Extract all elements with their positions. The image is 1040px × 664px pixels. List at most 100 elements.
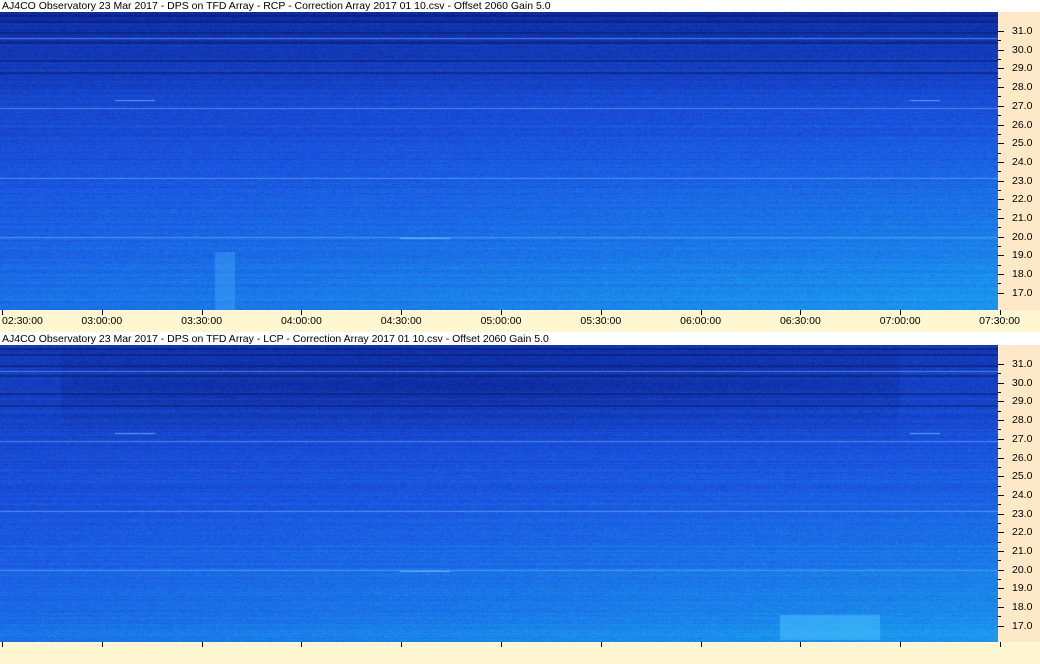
time-axis: 02:30:00 03:00:00 03:30:00 04:00:00 04:30:00… — [0, 310, 1040, 332]
spectrogram-rcp[interactable] — [0, 12, 998, 310]
freq-minor-tick — [998, 152, 1001, 154]
freq-tick — [998, 494, 1004, 496]
freq-tick — [998, 236, 1004, 238]
freq-label: 18.0 — [1012, 601, 1033, 614]
freq-minor-tick — [998, 597, 1001, 599]
freq-label: 20.0 — [1012, 230, 1033, 243]
time-label: 07:00:00 — [879, 315, 921, 327]
freq-tick — [998, 607, 1004, 609]
freq-label: 21.0 — [1012, 545, 1033, 557]
freq-tick — [998, 438, 1004, 440]
freq-label: 27.0 — [1012, 99, 1033, 112]
freq-minor-tick — [998, 448, 1001, 450]
freq-tick — [998, 31, 1004, 32]
freq-tick — [998, 49, 1004, 51]
freq-minor-tick — [998, 504, 1001, 506]
freq-label: 22.0 — [1012, 193, 1033, 206]
freq-label: 19.0 — [1012, 249, 1033, 262]
freq-minor-tick — [998, 227, 1001, 229]
freq-minor-tick — [998, 392, 1001, 394]
time-label: 05:00:00 — [480, 315, 522, 327]
freq-label: 21.0 — [1012, 212, 1033, 224]
freq-label: 28.0 — [1012, 414, 1033, 427]
freq-label: 28.0 — [1012, 81, 1033, 94]
freq-tick — [998, 569, 1004, 571]
freq-label: 30.0 — [1012, 376, 1033, 389]
freq-label: 23.0 — [1012, 507, 1033, 520]
freq-tick — [998, 625, 1004, 627]
time-tick — [101, 642, 103, 647]
freq-label: 26.0 — [1012, 451, 1033, 464]
spectrogram-canvas-rcp[interactable] — [0, 12, 998, 310]
time-tick — [700, 642, 702, 647]
time-tick — [301, 642, 303, 647]
freq-tick — [998, 199, 1004, 201]
freq-minor-tick — [998, 579, 1001, 581]
freq-tick — [998, 420, 1004, 422]
freq-label: 22.0 — [1012, 526, 1033, 539]
freq-label: 24.0 — [1012, 155, 1033, 168]
freq-minor-tick — [998, 96, 1001, 98]
time-label: 03:30:00 — [181, 315, 223, 327]
freq-minor-tick — [998, 466, 1001, 468]
freq-minor-tick — [998, 246, 1001, 248]
time-tick — [800, 642, 802, 647]
freq-minor-tick — [998, 522, 1001, 524]
freq-minor-tick — [998, 189, 1001, 191]
time-label: 06:00:00 — [680, 315, 722, 327]
freq-label: 31.0 — [1012, 358, 1033, 370]
time-tick — [201, 642, 203, 647]
freq-tick — [998, 551, 1004, 552]
freq-label: 25.0 — [1012, 470, 1033, 483]
freq-minor-tick — [998, 40, 1001, 42]
freq-tick — [998, 274, 1004, 276]
freq-minor-tick — [998, 373, 1001, 375]
time-label: 03:00:00 — [81, 315, 123, 327]
freq-tick — [998, 364, 1004, 365]
freq-label: 24.0 — [1012, 488, 1033, 501]
panel-title-lcp: AJ4CO Observatory 23 Mar 2017 - DPS on T… — [0, 333, 1040, 345]
freq-tick — [998, 401, 1004, 403]
freq-tick — [998, 513, 1004, 515]
time-label: 02:30:00 — [2, 315, 43, 327]
freq-label: 25.0 — [1012, 137, 1033, 150]
freq-tick — [998, 124, 1004, 126]
freq-tick — [998, 87, 1004, 89]
freq-label: 17.0 — [1012, 619, 1033, 632]
time-tick — [600, 642, 602, 647]
freq-label: 26.0 — [1012, 118, 1033, 131]
freq-minor-tick — [998, 59, 1001, 61]
time-label: 06:30:00 — [779, 315, 821, 327]
spectrogram-canvas-lcp[interactable] — [0, 345, 998, 642]
freq-tick — [998, 68, 1004, 70]
freq-minor-tick — [998, 616, 1001, 618]
freq-tick — [998, 457, 1004, 459]
freq-tick — [998, 218, 1004, 219]
frequency-axis-rcp: 31.0 30.0 29.0 28.0 27.0 26.0 25.0 24.0 23.0 22.0… — [998, 12, 1040, 310]
time-label: 04:30:00 — [380, 315, 422, 327]
freq-tick — [998, 180, 1004, 182]
freq-label: 19.0 — [1012, 582, 1033, 595]
freq-tick — [998, 105, 1004, 107]
time-axis-lcp — [0, 642, 1040, 664]
freq-label: 29.0 — [1012, 395, 1033, 408]
freq-tick — [998, 292, 1004, 294]
freq-minor-tick — [998, 485, 1001, 487]
time-tick — [401, 642, 403, 647]
freq-tick — [998, 161, 1004, 163]
time-label: 07:30:00 — [979, 315, 1020, 327]
spectrogram-lcp[interactable] — [0, 345, 998, 642]
freq-minor-tick — [998, 560, 1001, 562]
freq-tick — [998, 532, 1004, 534]
freq-minor-tick — [998, 283, 1001, 285]
freq-tick — [998, 476, 1004, 478]
time-label: 05:30:00 — [580, 315, 622, 327]
freq-label: 27.0 — [1012, 432, 1033, 445]
freq-tick — [998, 255, 1004, 257]
freq-minor-tick — [998, 171, 1001, 173]
time-tick — [900, 642, 902, 647]
freq-minor-tick — [998, 133, 1001, 135]
freq-label: 23.0 — [1012, 174, 1033, 187]
freq-label: 20.0 — [1012, 563, 1033, 576]
time-label: 04:00:00 — [280, 315, 322, 327]
